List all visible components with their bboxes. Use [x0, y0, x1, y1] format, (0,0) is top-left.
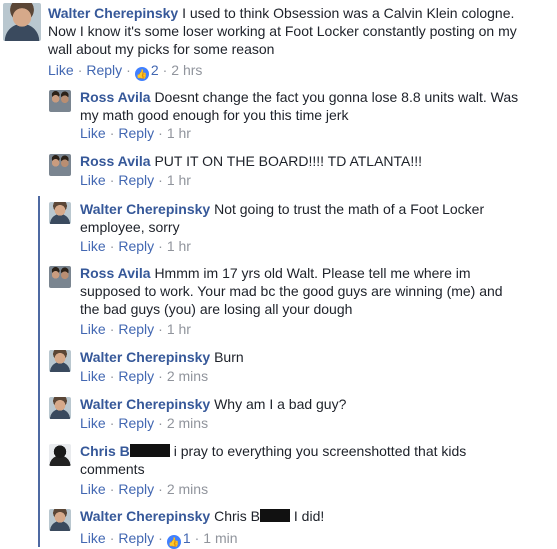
like-link[interactable]: Like — [80, 125, 106, 141]
comment-body: Walter Cherepinsky Burn — [80, 348, 520, 366]
reply-2: Ross Avila PUT IT ON THE BOARD!!!! TD AT… — [0, 150, 557, 192]
reply-4: Ross Avila Hmmm im 17 yrs old Walt. Plea… — [0, 262, 557, 340]
avatar-walter[interactable] — [49, 350, 71, 372]
author-name[interactable]: Ross Avila — [80, 265, 151, 281]
thumbs-up-icon[interactable]: 👍 — [134, 67, 149, 81]
mention[interactable]: Chris B — [214, 508, 290, 524]
reply-link[interactable]: Reply — [118, 238, 154, 254]
reply-1: Ross Avila Doesnt change the fact you go… — [0, 86, 557, 142]
comment-text: I did! — [293, 508, 325, 524]
comment-text: Why am I a bad guy? — [214, 396, 347, 412]
timestamp[interactable]: 1 hr — [167, 125, 191, 141]
reply-3: Walter Cherepinsky Not going to trust th… — [0, 198, 557, 256]
reply-link[interactable]: Reply — [118, 530, 154, 546]
comment-actions: Like · Reply · 1 hr — [80, 321, 191, 337]
author-name[interactable]: Ross Avila — [80, 89, 151, 105]
reply-8: Walter Cherepinsky Chris B I did! Like · R… — [0, 505, 557, 549]
comment-actions: Like · Reply · 1 hr — [80, 172, 191, 188]
comment-body: Ross Avila Hmmm im 17 yrs old Walt. Plea… — [80, 264, 520, 318]
comment-0: Walter Cherepinsky I used to think Obses… — [0, 0, 557, 81]
redaction-mark — [260, 509, 290, 522]
avatar-ross[interactable] — [49, 266, 71, 288]
comment-actions: Like · Reply · 2 mins — [80, 481, 209, 497]
like-link[interactable]: Like — [80, 238, 106, 254]
avatar-walter[interactable] — [49, 509, 71, 531]
comment-body: Walter Cherepinsky Why am I a bad guy? — [80, 395, 520, 413]
comment-body: Walter Cherepinsky Not going to trust th… — [80, 200, 520, 236]
author-name[interactable]: Walter Cherepinsky — [80, 349, 210, 365]
like-count[interactable]: 2 — [151, 62, 159, 78]
avatar-walter[interactable] — [49, 202, 71, 224]
timestamp[interactable]: 1 hr — [167, 238, 191, 254]
comment-body: Ross Avila PUT IT ON THE BOARD!!!! TD AT… — [80, 152, 520, 170]
timestamp[interactable]: 2 mins — [167, 368, 208, 384]
comment-actions: Like · Reply · 👍 1 · 1 min — [80, 530, 238, 549]
reply-5: Walter Cherepinsky Burn Like · Reply · 2 min… — [0, 346, 557, 388]
comment-body: Ross Avila Doesnt change the fact you go… — [80, 88, 520, 124]
author-name[interactable]: Ross Avila — [80, 153, 151, 169]
reply-link[interactable]: Reply — [118, 368, 154, 384]
avatar-chris[interactable] — [49, 444, 71, 466]
avatar-ross[interactable] — [49, 90, 71, 112]
author-name[interactable]: Chris B — [80, 443, 170, 459]
reply-7: Chris B i pray to everything you screens… — [0, 440, 557, 500]
author-name[interactable]: Walter Cherepinsky — [80, 508, 210, 524]
comment-actions: Like · Reply · 1 hr — [80, 238, 191, 254]
like-link[interactable]: Like — [80, 321, 106, 337]
comment-body: Walter Cherepinsky I used to think Obses… — [48, 4, 528, 58]
comment-body: Walter Cherepinsky Chris B I did! — [80, 507, 520, 525]
timestamp[interactable]: 1 hr — [167, 321, 191, 337]
avatar-ross[interactable] — [49, 154, 71, 176]
reply-link[interactable]: Reply — [118, 415, 154, 431]
reply-link[interactable]: Reply — [118, 125, 154, 141]
author-name[interactable]: Walter Cherepinsky — [80, 396, 210, 412]
author-name[interactable]: Walter Cherepinsky — [80, 201, 210, 217]
like-link[interactable]: Like — [80, 172, 106, 188]
like-link[interactable]: Like — [48, 62, 74, 78]
reply-link[interactable]: Reply — [118, 321, 154, 337]
like-link[interactable]: Like — [80, 368, 106, 384]
timestamp[interactable]: 2 mins — [167, 481, 208, 497]
reply-link[interactable]: Reply — [86, 62, 122, 78]
like-count[interactable]: 1 — [183, 530, 191, 546]
author-name[interactable]: Walter Cherepinsky — [48, 5, 178, 21]
timestamp[interactable]: 2 mins — [167, 415, 208, 431]
comment-body: Chris B i pray to everything you screens… — [80, 442, 500, 478]
comment-actions: Like · Reply · 1 hr — [80, 125, 191, 141]
avatar-walter[interactable] — [3, 3, 41, 41]
timestamp[interactable]: 1 hr — [167, 172, 191, 188]
reply-link[interactable]: Reply — [118, 172, 154, 188]
redaction-mark — [129, 444, 170, 457]
avatar-walter[interactable] — [49, 397, 71, 419]
timestamp[interactable]: 2 hrs — [171, 62, 202, 78]
comment-actions: Like · Reply · 2 mins — [80, 415, 209, 431]
comment-text: Burn — [214, 349, 244, 365]
like-link[interactable]: Like — [80, 481, 106, 497]
comment-actions: Like · Reply · 👍 2 · 2 hrs — [48, 62, 203, 81]
like-link[interactable]: Like — [80, 530, 106, 546]
timestamp[interactable]: 1 min — [203, 530, 237, 546]
like-link[interactable]: Like — [80, 415, 106, 431]
reply-6: Walter Cherepinsky Why am I a bad guy? L… — [0, 393, 557, 435]
comment-actions: Like · Reply · 2 mins — [80, 368, 209, 384]
comment-text: PUT IT ON THE BOARD!!!! TD ATLANTA!!! — [154, 153, 423, 169]
reply-link[interactable]: Reply — [118, 481, 154, 497]
